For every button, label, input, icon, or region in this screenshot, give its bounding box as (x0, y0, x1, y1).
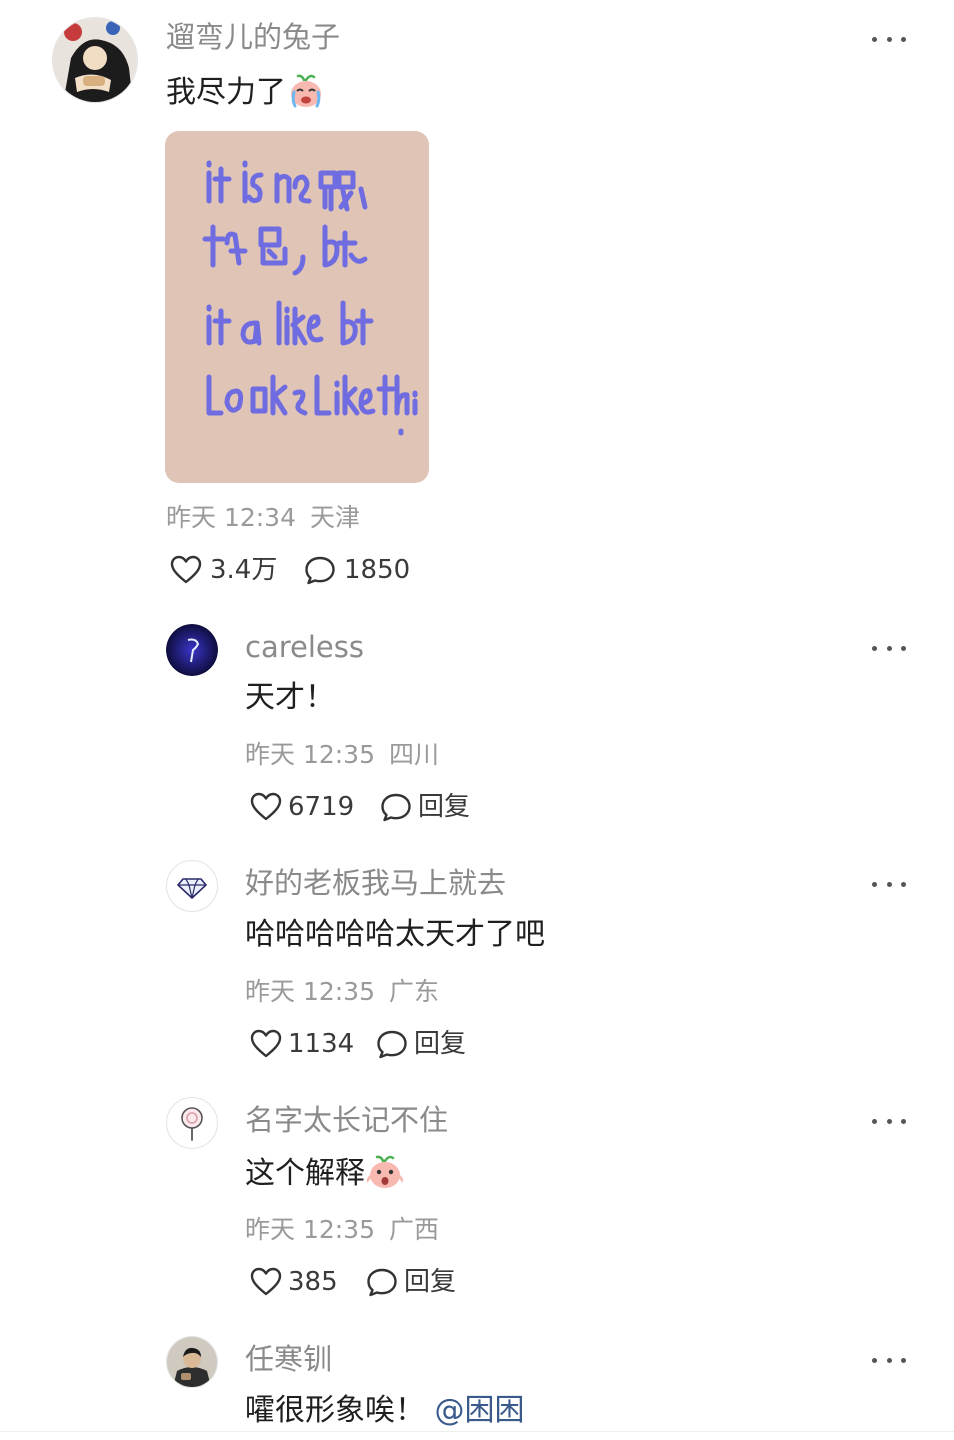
lollipop-icon (181, 1107, 203, 1141)
comment-like-count: 1134 (288, 1029, 355, 1059)
comment-text: 哈哈哈哈哈太天才了吧 (245, 917, 545, 952)
comment-text: 天才！ (245, 680, 335, 715)
reply-label: 回复 (418, 792, 471, 822)
more-options-icon[interactable] (872, 879, 906, 889)
more-options-icon[interactable] (872, 1116, 906, 1126)
comment-location: 四川 (388, 740, 439, 769)
reply-button[interactable]: 回复 (380, 792, 470, 822)
comment-like-button[interactable]: 6719 (250, 792, 354, 822)
comment-author[interactable]: 好的老板我马上就去 (245, 866, 506, 900)
comment-time: 昨天 12:35 (245, 977, 375, 1006)
comment-bubble-icon (367, 1268, 397, 1297)
shocked-peach-emoji-icon (365, 1155, 405, 1198)
post-like-button[interactable]: 3.4万 (170, 555, 277, 585)
comment-like-button[interactable]: 1134 (250, 1029, 354, 1059)
comment-avatar[interactable] (166, 1097, 218, 1149)
comment-avatar[interactable] (166, 624, 218, 676)
post-comment-button[interactable]: 1850 (304, 555, 410, 585)
post-author-avatar[interactable] (52, 17, 138, 103)
comment-like-count: 6719 (288, 792, 355, 822)
post-time: 昨天 12:34 (166, 503, 296, 532)
heart-icon (250, 1267, 282, 1296)
comment-location: 广东 (388, 977, 439, 1006)
comment-meta: 昨天 12:35 四川 (245, 740, 439, 770)
comment-text-content: 这个解释 (245, 1156, 365, 1191)
comment-text: 这个解释 (245, 1155, 405, 1198)
lightning-night-avatar-icon (166, 624, 218, 676)
mention-link[interactable]: @困困 (435, 1393, 525, 1428)
heart-icon (250, 792, 282, 821)
post-author-name[interactable]: 遛弯儿的兔子 (166, 20, 340, 54)
comment-like-count: 385 (288, 1267, 338, 1297)
post-text-content: 我尽力了 (166, 75, 286, 110)
handwritten-note-drawing (202, 160, 418, 436)
post-text: 我尽力了 (166, 74, 324, 117)
more-options-icon[interactable] (872, 643, 906, 653)
reply-button[interactable]: 回复 (366, 1267, 456, 1297)
bottom-divider (0, 1431, 954, 1432)
comment-location: 广西 (388, 1215, 439, 1244)
reply-button[interactable]: 回复 (376, 1029, 466, 1059)
more-options-icon[interactable] (872, 34, 906, 44)
post-meta: 昨天 12:34 天津 (166, 503, 360, 533)
comment-avatar[interactable] (166, 1336, 218, 1388)
person-photo-avatar-icon (167, 1337, 217, 1387)
comment-text: 嚯很形象唉！ @困困 (245, 1393, 525, 1429)
crying-peach-emoji-icon (288, 74, 324, 117)
comment-bubble-icon (377, 1030, 407, 1059)
comment-bubble-icon (305, 556, 335, 585)
comment-bubble-icon (381, 793, 411, 822)
post-like-count: 3.4万 (210, 555, 278, 585)
comment-time: 昨天 12:35 (245, 1215, 375, 1244)
comment-text-content: 嚯很形象唉！ (245, 1393, 425, 1428)
reply-label: 回复 (404, 1267, 457, 1297)
comment-author[interactable]: careless (245, 630, 364, 664)
comment-author[interactable]: 名字太长记不住 (245, 1103, 448, 1137)
post-comment-count: 1850 (344, 555, 411, 585)
diamond-icon (177, 878, 207, 899)
heart-icon (250, 1029, 282, 1058)
comment-author[interactable]: 任寒钏 (245, 1342, 332, 1376)
comment-meta: 昨天 12:35 广东 (245, 977, 439, 1007)
comment-like-button[interactable]: 385 (250, 1267, 338, 1297)
post-location: 天津 (309, 503, 360, 532)
heart-icon (170, 555, 202, 584)
comment-meta: 昨天 12:35 广西 (245, 1215, 439, 1245)
more-options-icon[interactable] (872, 1355, 906, 1365)
comment-time: 昨天 12:35 (245, 740, 375, 769)
comment-avatar[interactable] (166, 860, 218, 912)
reply-label: 回复 (414, 1029, 467, 1059)
post-image[interactable] (165, 131, 429, 483)
